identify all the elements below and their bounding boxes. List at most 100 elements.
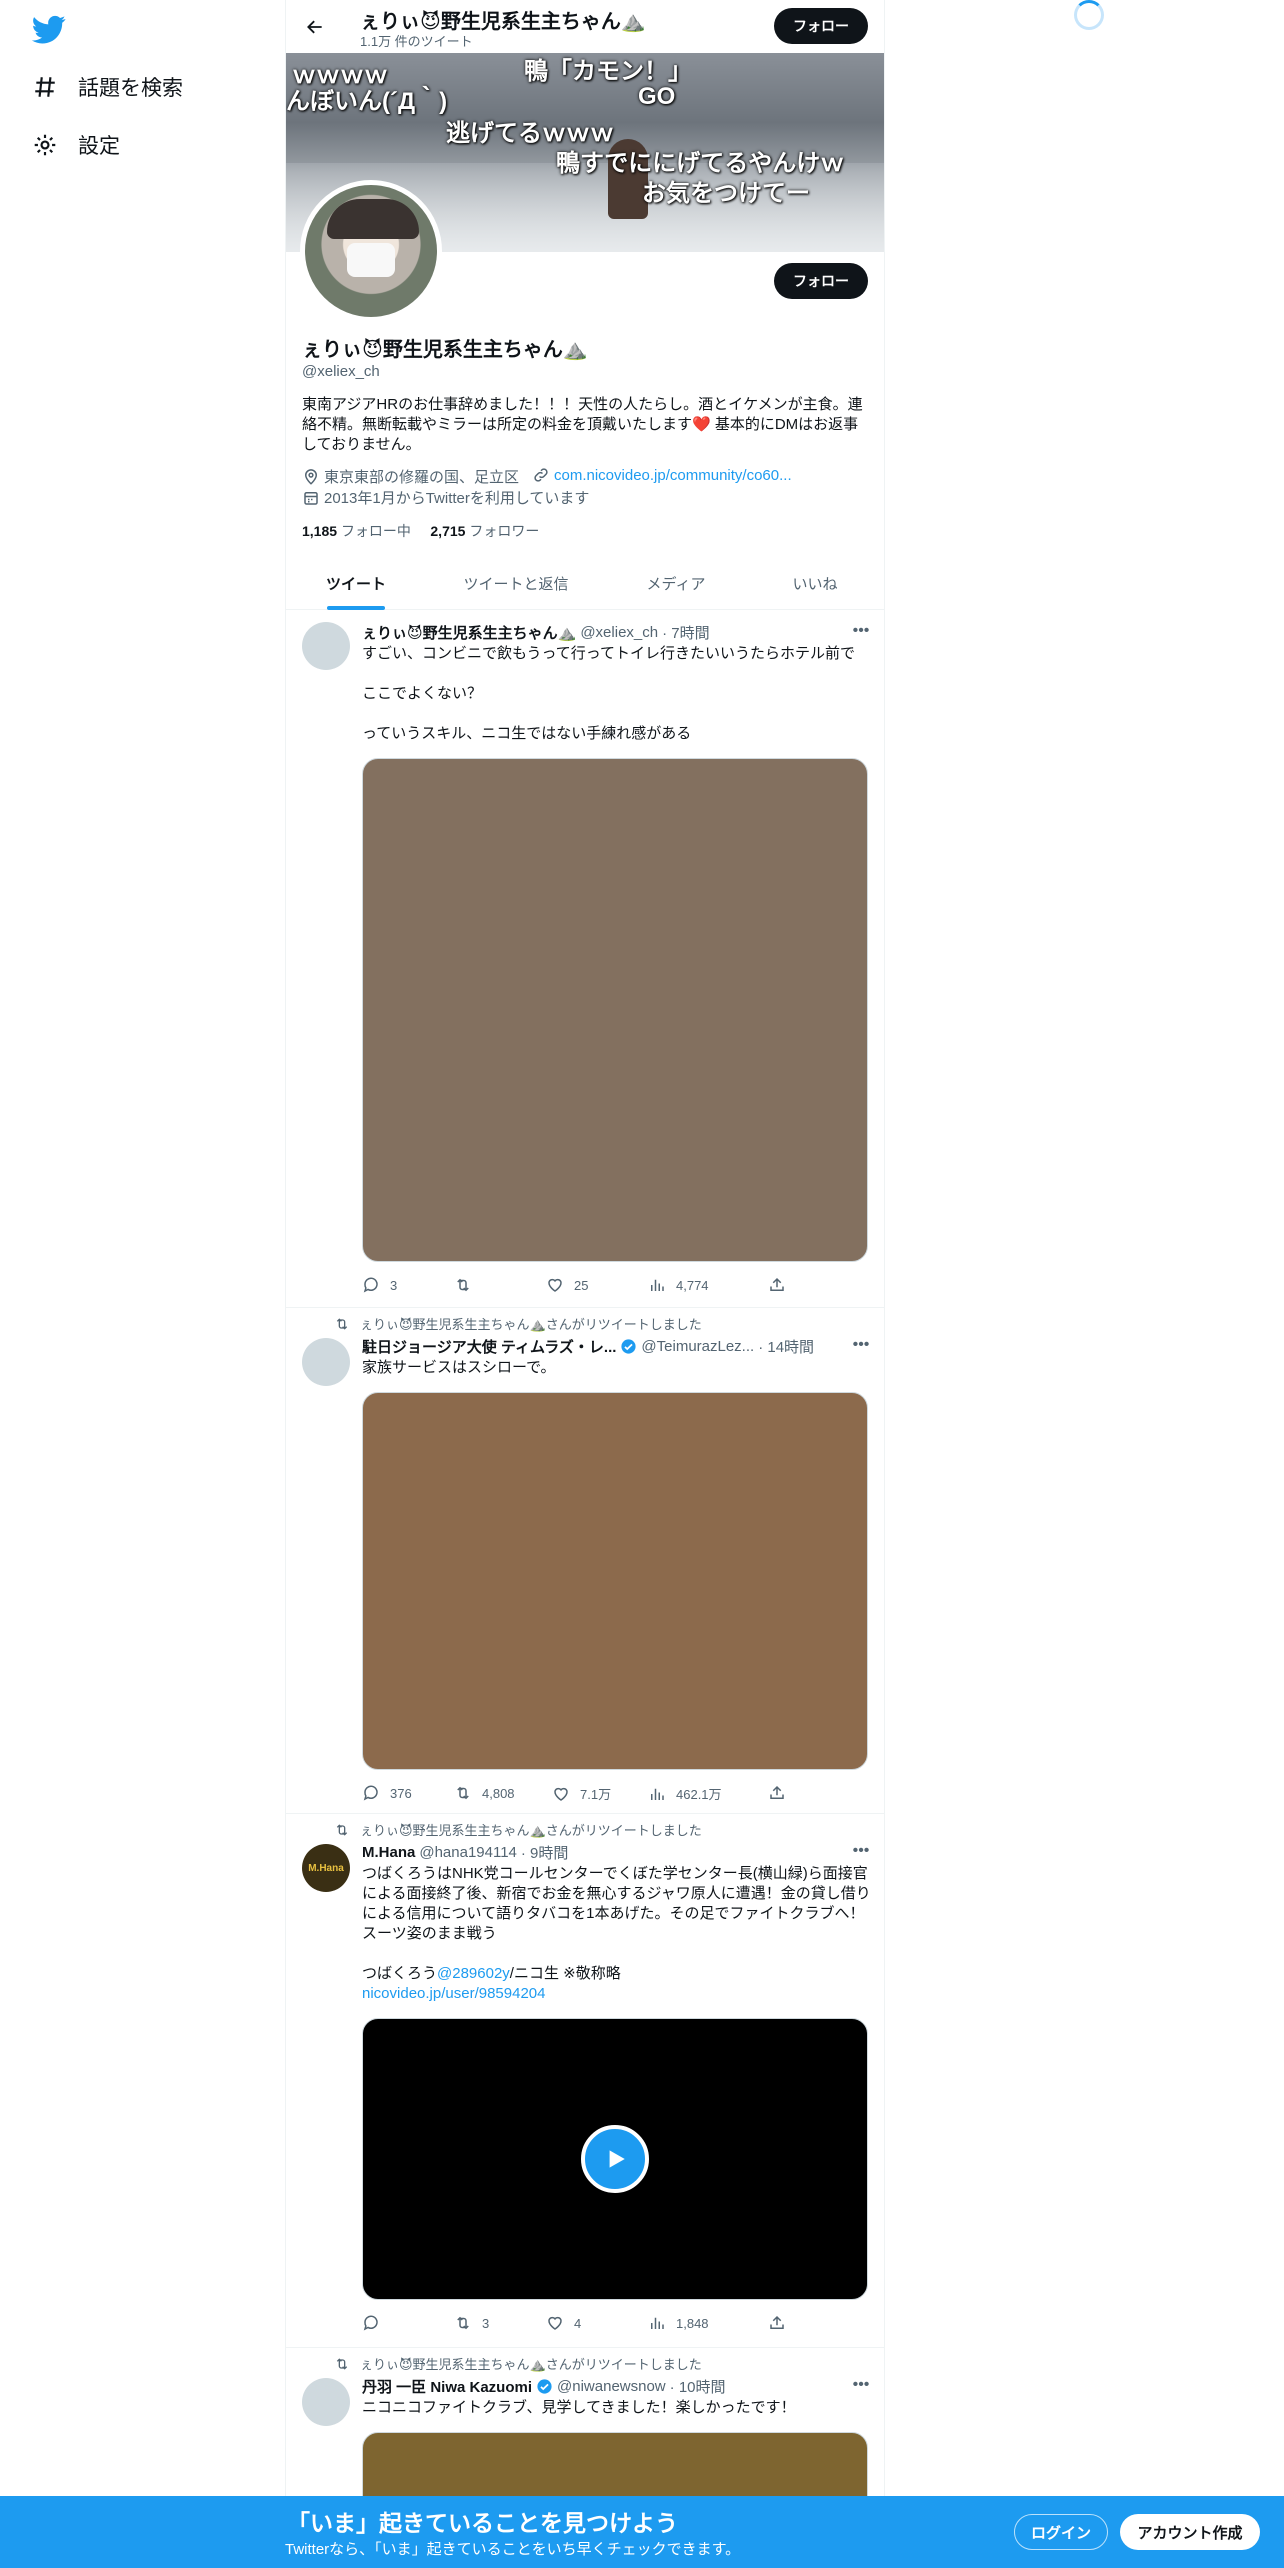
- reply-button[interactable]: 376: [362, 1784, 412, 1802]
- nav-settings[interactable]: 設定: [32, 130, 120, 160]
- retweet-icon: [457, 1278, 469, 1292]
- following-link[interactable]: 1,185 フォロー中: [302, 523, 411, 539]
- followers-link[interactable]: 2,715 フォロワー: [430, 523, 539, 539]
- tweet-author-name[interactable]: 丹羽 一臣 Niwa Kazuomi: [362, 2376, 532, 2397]
- retweet-button[interactable]: 4,808: [454, 1784, 515, 1802]
- tweet-avatar[interactable]: [302, 1338, 350, 1386]
- share-button[interactable]: [768, 2314, 786, 2332]
- nav-explore-label: 話題を検索: [78, 77, 183, 100]
- views-button[interactable]: 1,848: [648, 2314, 709, 2332]
- tweet-text-prefix: つばくろう: [362, 1965, 438, 1982]
- retweet-button[interactable]: 3: [454, 2314, 489, 2332]
- tweet-header: 丹羽 一臣 Niwa Kazuomi @niwanewsnow · 10時間: [362, 2376, 726, 2397]
- more-options-icon[interactable]: •••: [850, 620, 872, 642]
- share-button[interactable]: [768, 1276, 786, 1294]
- url-text[interactable]: com.nicovideo.jp/community/co60...: [554, 467, 792, 484]
- tab-media[interactable]: メディア: [606, 557, 746, 610]
- like-button[interactable]: 4: [546, 2314, 581, 2332]
- tweet-url-link[interactable]: nicovideo.jp/user/98594204: [362, 1984, 872, 2004]
- gear-icon: [34, 134, 56, 156]
- views-button[interactable]: 462.1万: [648, 1784, 722, 1803]
- signup-button[interactable]: アカウント作成: [1120, 2514, 1260, 2550]
- share-button[interactable]: [768, 1784, 786, 1802]
- tweet-author-handle[interactable]: @niwanewsnow: [557, 2378, 666, 2395]
- profile-url[interactable]: com.nicovideo.jp/community/co60...: [532, 466, 792, 484]
- tweet-author-name[interactable]: ぇりぃ😈野生児系生主ちゃん⛰️: [362, 622, 576, 643]
- tweet-actions: 376 4,808 7.1万 462.1万: [362, 1784, 784, 1804]
- tweet-media-image[interactable]: [362, 1392, 868, 1770]
- tweet-avatar[interactable]: M.Hana: [302, 1844, 350, 1892]
- reply-icon: [363, 1277, 378, 1293]
- tab-tweets-and-replies[interactable]: ツイートと返信: [426, 557, 606, 610]
- tweet-time[interactable]: · 14時間: [758, 1336, 814, 1357]
- analytics-icon: [651, 1788, 664, 1800]
- avatar-label: M.Hana: [308, 1862, 344, 1874]
- tweet-time[interactable]: · 10時間: [670, 2376, 726, 2397]
- heart-icon: [554, 1787, 568, 1801]
- tweet-author-name[interactable]: 駐日ジョージア大使 ティムラズ・レ...: [362, 1336, 616, 1357]
- reply-button[interactable]: 3: [362, 1276, 397, 1294]
- tweet-avatar[interactable]: [302, 2378, 350, 2426]
- link-icon: [534, 468, 548, 482]
- more-options-icon[interactable]: •••: [850, 1840, 872, 1862]
- play-button[interactable]: [581, 2125, 649, 2193]
- nav-explore[interactable]: 話題を検索: [32, 72, 183, 102]
- tab-tweets[interactable]: ツイート: [286, 557, 426, 610]
- share-icon: [770, 2315, 784, 2329]
- loading-spinner-icon: [1074, 0, 1104, 30]
- retweeted-by-text[interactable]: ぇりぃ😈野生児系生主ちゃん⛰️さんがリツイートしました: [360, 1820, 702, 1839]
- location-text: 東京東部の修羅の国、足立区: [324, 469, 520, 486]
- profile-header-bar: ぇりぃ😈野生児系生主ちゃん⛰️ 1.1万 件のツイート フォロー: [286, 0, 884, 53]
- tab-likes[interactable]: いいね: [746, 557, 884, 610]
- retweet-button[interactable]: [454, 1276, 482, 1294]
- tab-replies-label: ツイートと返信: [463, 576, 569, 593]
- tweet-header: ぇりぃ😈野生児系生主ちゃん⛰️ @xeliex_ch · 7時間: [362, 622, 710, 643]
- hashtag-icon: [35, 77, 55, 97]
- profile-column: ぇりぃ😈野生児系生主ちゃん⛰️ 1.1万 件のツイート フォロー ｗｗｗｗ 鴨「…: [285, 0, 885, 2568]
- reply-button[interactable]: [362, 2314, 390, 2332]
- like-count: 4: [574, 2315, 582, 2331]
- tweet-avatar[interactable]: [302, 622, 350, 670]
- tweet-author-handle[interactable]: @xeliex_ch: [580, 624, 658, 641]
- views-count: 462.1万: [676, 1787, 722, 1802]
- heart-icon: [548, 1278, 562, 1292]
- twitter-logo-icon[interactable]: [32, 12, 66, 46]
- header-follow-button[interactable]: フォロー: [774, 8, 868, 44]
- retweeted-by-text[interactable]: ぇりぃ😈野生児系生主ちゃん⛰️さんがリツイートしました: [360, 2354, 702, 2373]
- tweet-video[interactable]: [362, 2018, 868, 2300]
- following-count: 1,185: [302, 523, 338, 539]
- views-count: 4,774: [676, 1277, 709, 1293]
- verified-badge-icon: [621, 1339, 637, 1354]
- tweet-text-line2: つばくろう@289602y/ニコ生 ※敬称略: [362, 1964, 872, 1984]
- follow-button[interactable]: フォロー: [774, 263, 868, 299]
- mention-link[interactable]: @289602y: [437, 1965, 510, 1982]
- profile-location: 東京東部の修羅の国、足立区: [302, 466, 519, 487]
- avatar-mask: [347, 243, 395, 277]
- tweet-actions: 3 25 4,774: [362, 1276, 784, 1296]
- back-button[interactable]: [300, 12, 330, 42]
- tweet[interactable]: ぇりぃ😈野生児系生主ちゃん⛰️ @xeliex_ch · 7時間 ••• すごい…: [286, 610, 884, 1308]
- retweet-icon: [457, 1786, 469, 1800]
- like-count: 7.1万: [580, 1787, 612, 1802]
- more-options-icon[interactable]: •••: [850, 2374, 872, 2396]
- profile-joined: 2013年1月からTwitterを利用しています: [302, 487, 589, 508]
- like-button[interactable]: 7.1万: [552, 1784, 611, 1803]
- tweet-time[interactable]: · 9時間: [521, 1842, 569, 1863]
- profile-avatar[interactable]: [300, 180, 442, 322]
- retweeted-by-text[interactable]: ぇりぃ😈野生児系生主ちゃん⛰️さんがリツイートしました: [360, 1314, 702, 1333]
- profile-tabs: ツイート ツイートと返信 メディア いいね: [286, 557, 884, 610]
- tweet-media-image[interactable]: [362, 758, 868, 1262]
- like-button[interactable]: 25: [546, 1276, 588, 1294]
- tweet-author-name[interactable]: M.Hana: [362, 1844, 415, 1861]
- tweet-author-handle[interactable]: @hana194114: [419, 1844, 517, 1861]
- tweet[interactable]: ぇりぃ😈野生児系生主ちゃん⛰️さんがリツイートしました 駐日ジョージア大使 ティ…: [286, 1308, 884, 1814]
- tweet-time[interactable]: · 7時間: [662, 622, 710, 643]
- tweet-author-handle[interactable]: @TeimurazLez...: [641, 1338, 754, 1355]
- views-button[interactable]: 4,774: [648, 1276, 709, 1294]
- follow-counts: 1,185 フォロー中 2,715 フォロワー: [302, 521, 539, 541]
- following-label: フォロー中: [340, 523, 411, 539]
- tweet[interactable]: ぇりぃ😈野生児系生主ちゃん⛰️さんがリツイートしました M.Hana M.Han…: [286, 1814, 884, 2348]
- login-button[interactable]: ログイン: [1014, 2514, 1108, 2550]
- more-options-icon[interactable]: •••: [850, 1334, 872, 1356]
- retweet-count: 3: [482, 2315, 490, 2331]
